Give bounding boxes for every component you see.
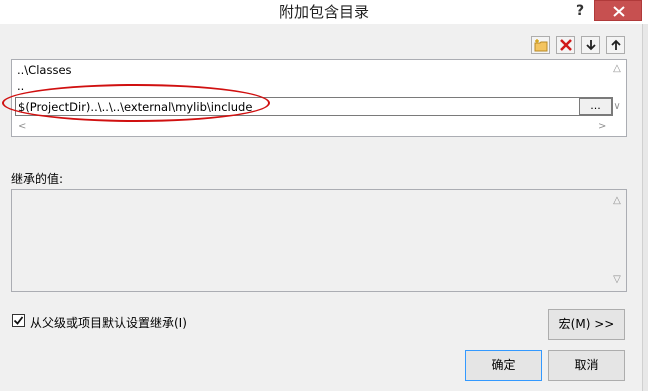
scroll-right-arrow-icon[interactable]: > [598, 121, 606, 132]
close-icon [613, 6, 625, 17]
scroll-down-arrow-icon[interactable]: ∨ [610, 101, 624, 112]
window-title: 附加包含目录 [278, 3, 369, 21]
delete-line-button[interactable] [556, 36, 575, 54]
scroll-down-arrow-icon[interactable]: ▽ [610, 274, 624, 285]
move-down-button[interactable] [581, 36, 600, 54]
macros-button[interactable]: 宏(M) >> [548, 309, 625, 340]
help-button[interactable]: ? [570, 0, 590, 22]
directory-edit-input[interactable] [16, 98, 580, 115]
browse-button[interactable]: ... [579, 98, 612, 115]
ok-button[interactable]: 确定 [465, 350, 542, 381]
inherit-checkbox-label[interactable]: 从父级或项目默认设置继承(I) [30, 314, 187, 331]
inherited-values-label: 继承的值: [11, 172, 64, 186]
scroll-left-arrow-icon[interactable]: < [18, 121, 26, 132]
inherit-checkbox[interactable] [12, 314, 25, 327]
directory-list[interactable]: ..\Classes .. ... △ ∨ < > [11, 59, 627, 137]
cancel-button[interactable]: 取消 [548, 350, 625, 381]
move-up-button[interactable] [606, 36, 625, 54]
scroll-up-arrow-icon[interactable]: △ [610, 63, 624, 74]
delete-icon [560, 39, 572, 51]
move-down-icon [586, 40, 596, 51]
new-line-button[interactable] [531, 36, 550, 54]
move-up-icon [611, 39, 621, 50]
scroll-up-arrow-icon[interactable]: △ [610, 195, 624, 206]
directory-edit-row: ... [15, 97, 613, 116]
title-bar: 附加包含目录 ? [0, 0, 648, 24]
close-button[interactable] [594, 0, 642, 21]
inherited-values-list: △ ▽ [11, 189, 627, 292]
list-item[interactable]: .. [17, 79, 24, 93]
background-window-edge [642, 24, 648, 391]
list-item[interactable]: ..\Classes [17, 63, 72, 77]
checkmark-icon [13, 316, 24, 325]
new-folder-icon [534, 39, 548, 52]
